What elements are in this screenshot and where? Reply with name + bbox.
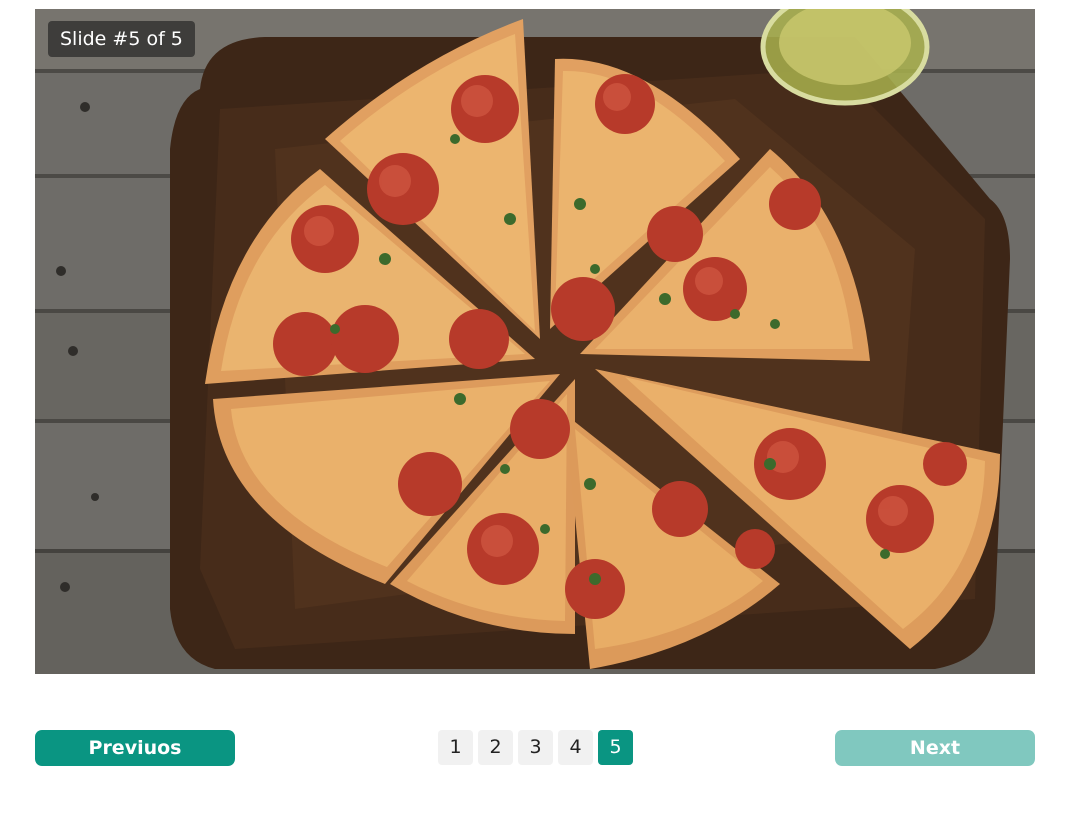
page-button-2[interactable]: 2 <box>478 730 513 765</box>
slide-counter-badge: Slide #5 of 5 <box>48 21 195 57</box>
previous-button[interactable]: Previuos <box>35 730 235 766</box>
page-button-4[interactable]: 4 <box>558 730 593 765</box>
pizza-photo <box>35 9 1035 674</box>
pagination: 1 2 3 4 5 <box>438 730 633 765</box>
page-button-1[interactable]: 1 <box>438 730 473 765</box>
slide-image: Slide #5 of 5 <box>35 9 1035 674</box>
page-button-3[interactable]: 3 <box>518 730 553 765</box>
next-button[interactable]: Next <box>835 730 1035 766</box>
page-button-5-current[interactable]: 5 <box>598 730 633 765</box>
